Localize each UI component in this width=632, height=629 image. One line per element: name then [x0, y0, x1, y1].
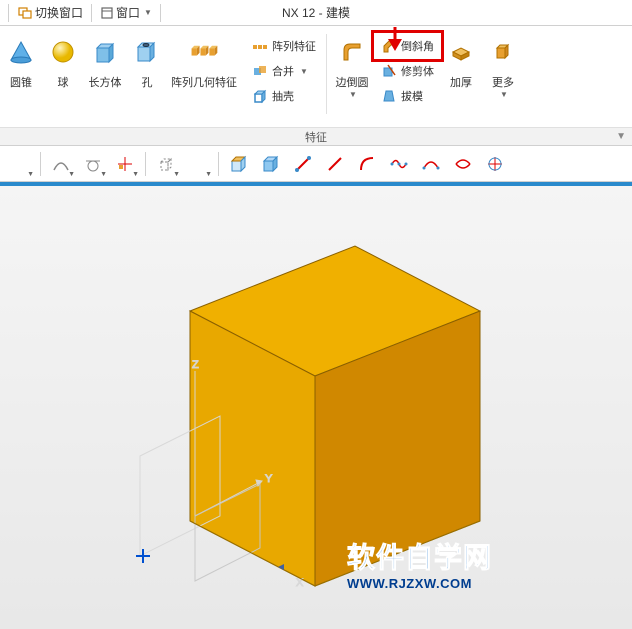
expand-icon[interactable]: ▼ — [616, 131, 626, 142]
draft-label: 拔模 — [401, 88, 423, 104]
pattern-geom-label: 阵列几何特征 — [171, 74, 237, 90]
cone-icon — [5, 36, 37, 68]
sphere-icon — [47, 36, 79, 68]
line-tool[interactable] — [320, 149, 350, 179]
arc-tool[interactable] — [352, 149, 382, 179]
pattern-geom-icon — [188, 36, 220, 68]
spline-tool[interactable] — [384, 149, 414, 179]
thicken-button[interactable]: 加厚 — [440, 34, 482, 92]
svg-text:X: X — [296, 577, 304, 589]
more-label: 更多 — [492, 74, 514, 90]
trim-body-icon — [381, 63, 397, 79]
face-select-tool[interactable] — [224, 149, 254, 179]
pattern-feature-button[interactable]: 阵列特征 — [246, 34, 322, 58]
block-icon — [89, 36, 121, 68]
watermark: 软件自学网 WWW.RJZXW.COM — [347, 536, 492, 591]
more-button[interactable]: 更多 ▼ — [482, 34, 524, 101]
svg-text:Z: Z — [192, 359, 199, 371]
shell-button[interactable]: 抽壳 — [246, 84, 322, 108]
shell-icon — [252, 88, 268, 104]
pattern-feature-icon — [252, 38, 268, 54]
svg-text:Y: Y — [265, 473, 273, 485]
edge-blend-icon — [336, 36, 368, 68]
point-tool-2[interactable] — [480, 149, 510, 179]
app-title: NX 12 - 建模 — [282, 4, 350, 21]
trim-body-label: 修剪体 — [401, 63, 434, 79]
ribbon: 圆锥 球 长方体 孔 — [0, 26, 632, 146]
draft-button[interactable]: 拔模 — [375, 84, 440, 108]
switch-window-label: 切换窗口 — [35, 4, 83, 21]
curve-tool-2[interactable] — [416, 149, 446, 179]
cone-label: 圆锥 — [10, 74, 32, 90]
wireframe-tool[interactable]: ▼ — [151, 149, 181, 179]
unite-label: 合并 — [272, 63, 294, 79]
unite-icon — [252, 63, 268, 79]
cone-button[interactable]: 圆锥 — [0, 34, 42, 92]
shell-label: 抽壳 — [272, 88, 294, 104]
body-select-tool[interactable] — [256, 149, 286, 179]
window-icon — [100, 6, 114, 20]
switch-window-button[interactable]: 切换窗口 — [13, 2, 87, 24]
model-view: Z Y X — [0, 186, 632, 629]
block-button[interactable]: 长方体 — [84, 34, 126, 92]
block-label: 长方体 — [89, 74, 122, 90]
intersect-tool[interactable] — [448, 149, 478, 179]
chamfer-label: 倒斜角 — [401, 38, 434, 54]
thicken-label: 加厚 — [450, 74, 472, 90]
chevron-down-icon: ▼ — [349, 90, 357, 99]
watermark-cn: 软件自学网 — [347, 536, 492, 576]
chevron-down-icon: ▼ — [500, 90, 508, 99]
window-menu-label: 窗口 — [116, 4, 140, 21]
switch-window-icon — [17, 5, 33, 21]
watermark-url: WWW.RJZXW.COM — [347, 576, 492, 591]
titlebar: 切换窗口 窗口 ▼ NX 12 - 建模 — [0, 0, 632, 26]
sphere-label: 球 — [58, 74, 69, 90]
thicken-icon — [445, 36, 477, 68]
draft-icon — [381, 88, 397, 104]
edge-blend-button[interactable]: 边倒圆 ▼ — [331, 34, 373, 101]
edge-blend-label: 边倒圆 — [336, 74, 369, 90]
chevron-down-icon: ▼ — [300, 67, 308, 76]
pattern-feature-label: 阵列特征 — [272, 38, 316, 54]
group-label: 特征 ▼ — [0, 127, 632, 145]
dropdown-2[interactable]: ▼ — [183, 149, 213, 179]
hole-button[interactable]: 孔 — [126, 34, 168, 92]
viewport-3d[interactable]: Z Y X 软件自学网 WWW.R — [0, 182, 632, 629]
point-tool[interactable]: ▼ — [110, 149, 140, 179]
secondary-toolbar: ▼ ▼ ▼ ▼ ▼ ▼ — [0, 146, 632, 182]
hole-label: 孔 — [142, 74, 153, 90]
dropdown-1[interactable]: ▼ — [5, 149, 35, 179]
edge-tool[interactable] — [288, 149, 318, 179]
pattern-geom-button[interactable]: 阵列几何特征 — [168, 34, 240, 92]
hole-icon — [131, 36, 163, 68]
trim-body-button[interactable]: 修剪体 — [375, 59, 440, 83]
sphere-button[interactable]: 球 — [42, 34, 84, 92]
chevron-down-icon: ▼ — [144, 8, 152, 17]
curve-tool-1[interactable]: ▼ — [46, 149, 76, 179]
more-icon — [487, 36, 519, 68]
unite-button[interactable]: 合并 ▼ — [246, 59, 322, 83]
tangent-tool[interactable]: ▼ — [78, 149, 108, 179]
window-menu-button[interactable]: 窗口 ▼ — [96, 2, 156, 24]
attention-arrow — [385, 27, 405, 51]
